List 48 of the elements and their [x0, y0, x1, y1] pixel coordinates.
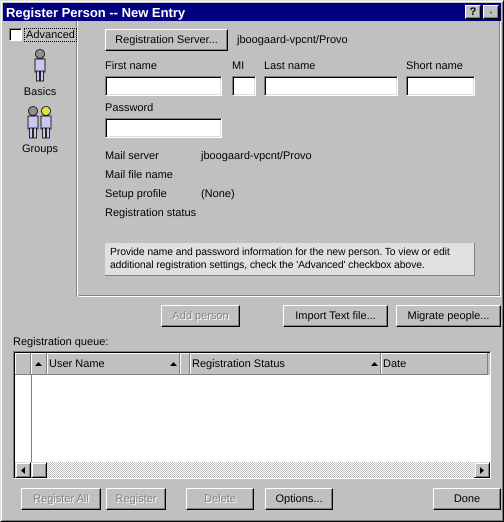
input-field[interactable]: [232, 76, 256, 96]
options-button[interactable]: Options...: [265, 488, 333, 510]
queue-table[interactable]: User Name Registration Status Date: [13, 351, 491, 479]
checkbox[interactable]: [9, 28, 22, 41]
sidebar-label[interactable]: Groups: [22, 143, 58, 155]
person-icon[interactable]: [32, 49, 48, 82]
scroll-thumb[interactable]: [31, 462, 47, 478]
column-header[interactable]: Date: [381, 353, 488, 375]
info-label: Mail server: [105, 150, 160, 164]
scroll-right-icon[interactable]: [480, 466, 484, 474]
migrate-button[interactable]: Migrate people...: [396, 305, 501, 327]
close-button[interactable]: [483, 5, 499, 19]
queue-label: Registration queue:: [13, 336, 110, 349]
done-button[interactable]: Done: [433, 488, 501, 510]
hint-text: Provide name and password information for the new person. To view or edit additional registration settings, check the 'Advanced' checkbox above.: [105, 243, 475, 276]
help-button[interactable]: ?: [465, 5, 481, 19]
scrollbar[interactable]: [15, 462, 490, 478]
column-header[interactable]: [31, 353, 47, 375]
sort-arrow-icon[interactable]: [371, 362, 378, 366]
field-label: Short name: [406, 60, 464, 73]
window-title: Register Person -- New Entry: [6, 4, 186, 20]
server-name: jboogaard-vpcnt/Provo: [237, 34, 348, 46]
info-value: jboogaard-vpcnt/Provo: [201, 150, 312, 164]
people-icon[interactable]: [26, 106, 54, 139]
field-label: First name: [105, 60, 158, 73]
info-value: (None): [201, 188, 235, 202]
info-label: Setup profile: [105, 188, 168, 202]
field-label: Password: [105, 102, 154, 115]
password-field[interactable]: [105, 118, 222, 138]
column-header[interactable]: Registration Status: [190, 353, 381, 375]
column-title: Date: [383, 358, 406, 370]
sort-arrow-icon[interactable]: [35, 362, 42, 366]
column-header[interactable]: User Name: [47, 353, 180, 375]
scroll-left-icon[interactable]: [21, 466, 25, 474]
column-title: User Name: [49, 358, 105, 370]
import-button[interactable]: Import Text file...: [283, 305, 388, 327]
registration-server-button[interactable]: Registration Server...: [105, 29, 228, 51]
checkbox-label[interactable]: Advanced: [25, 28, 76, 40]
input-field[interactable]: [105, 76, 222, 96]
field-label: MI: [232, 60, 246, 73]
sidebar-label[interactable]: Basics: [24, 86, 56, 98]
column-title: Registration Status: [192, 358, 285, 370]
input-field[interactable]: [264, 76, 398, 96]
sort-arrow-icon[interactable]: [170, 362, 177, 366]
info-label: Registration status: [105, 207, 198, 221]
input-field[interactable]: [406, 76, 475, 96]
field-label: Last name: [264, 60, 316, 73]
info-label: Mail file name: [105, 169, 174, 183]
